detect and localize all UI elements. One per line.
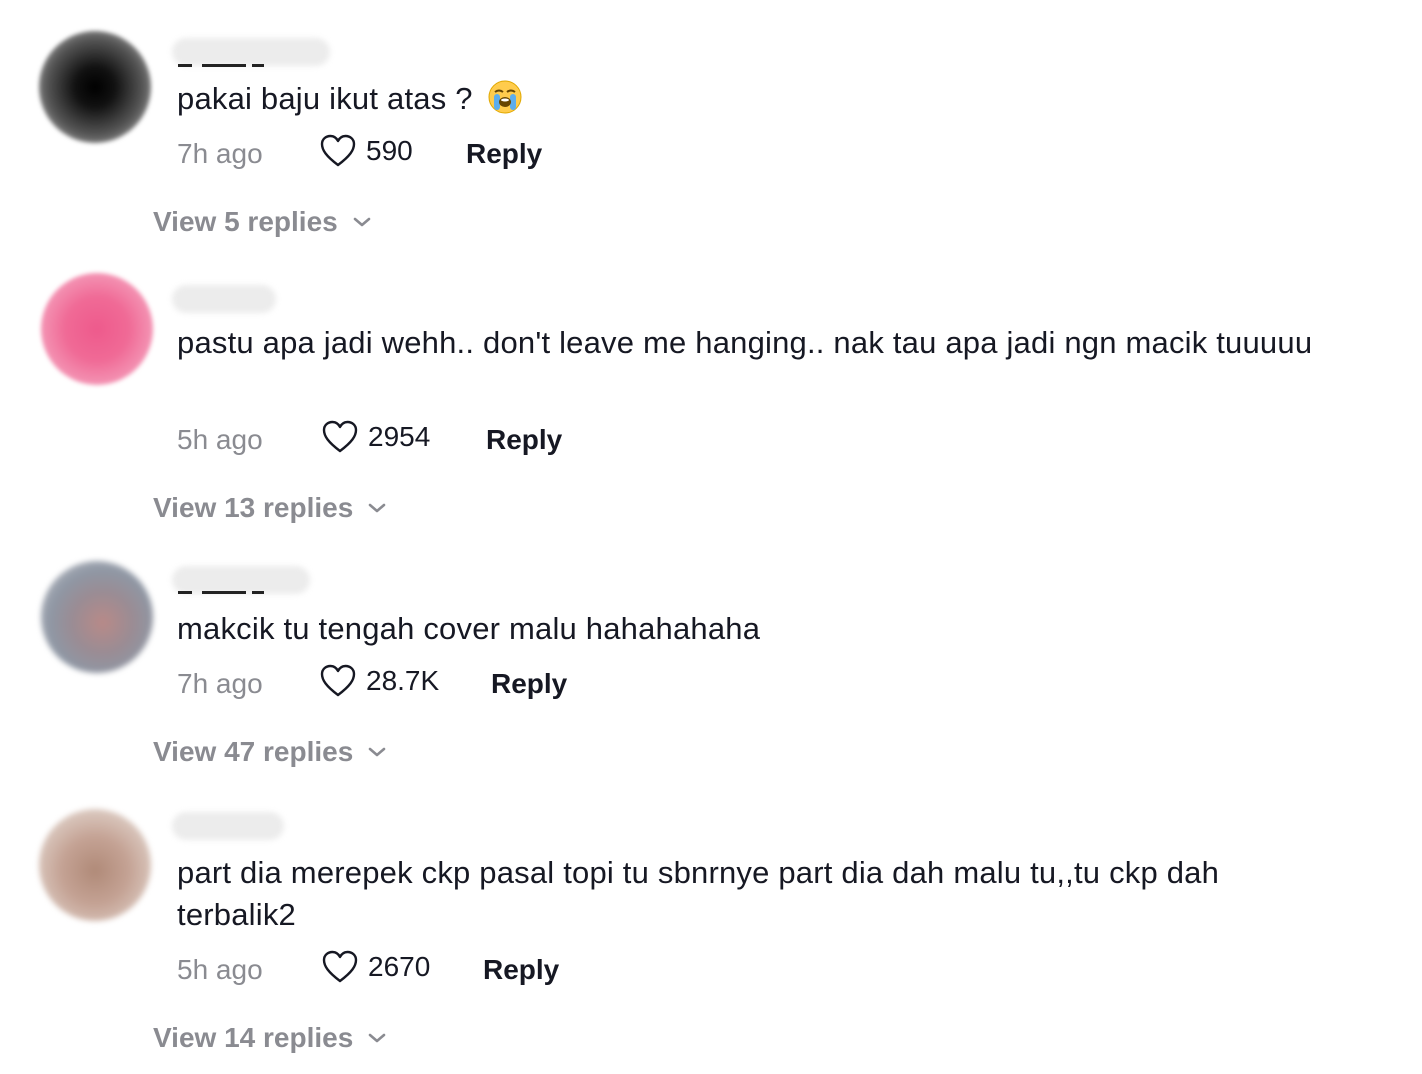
comment-text: pastu apa jadi wehh.. don't leave me han… (177, 325, 1313, 360)
avatar[interactable] (41, 273, 153, 385)
like-count: 2954 (368, 421, 431, 452)
avatar[interactable] (39, 809, 151, 921)
view-replies-button[interactable]: View 14 replies (153, 1022, 387, 1054)
heart-icon (320, 664, 356, 697)
comment-text: part dia merepek ckp pasal topi tu sbnrn… (177, 855, 1220, 932)
like-button[interactable]: 590 (320, 134, 413, 168)
chevron-down-icon (368, 503, 386, 513)
heart-icon (320, 134, 356, 167)
like-count: 2670 (368, 951, 431, 982)
like-button[interactable]: 28.7K (320, 664, 439, 698)
view-replies-label: View 13 replies (153, 492, 354, 523)
view-replies-button[interactable]: View 5 replies (153, 206, 372, 238)
loudly-crying-face-icon (488, 80, 522, 114)
like-count: 590 (366, 135, 413, 166)
reply-button[interactable]: Reply (491, 668, 567, 700)
comment-text: makcik tu tengah cover malu hahahahaha (177, 611, 761, 646)
view-replies-label: View 5 replies (153, 206, 338, 237)
view-replies-button[interactable]: View 13 replies (153, 492, 387, 524)
heart-icon (322, 420, 358, 453)
chevron-down-icon (368, 747, 386, 757)
chevron-down-icon (353, 217, 371, 227)
comment-timestamp: 5h ago (177, 424, 263, 455)
username-redacted[interactable] (172, 285, 276, 313)
username-residue (178, 589, 278, 597)
view-replies-button[interactable]: View 47 replies (153, 736, 387, 768)
avatar[interactable] (39, 31, 151, 143)
reply-button[interactable]: Reply (486, 424, 562, 456)
username-residue (178, 62, 278, 70)
avatar[interactable] (41, 561, 153, 673)
like-button[interactable]: 2670 (322, 950, 430, 984)
chevron-down-icon (368, 1033, 386, 1043)
comment-text-content: pakai baju ikut atas ? (177, 81, 482, 116)
view-replies-label: View 47 replies (153, 736, 354, 767)
reply-button[interactable]: Reply (483, 954, 559, 986)
view-replies-label: View 14 replies (153, 1022, 354, 1053)
username-redacted[interactable] (172, 812, 284, 840)
comment-text: pakai baju ikut atas ? (177, 78, 1317, 120)
like-button[interactable]: 2954 (322, 420, 430, 454)
comment-timestamp: 7h ago (177, 138, 263, 169)
reply-button[interactable]: Reply (466, 138, 542, 170)
comment-timestamp: 7h ago (177, 668, 263, 699)
heart-icon (322, 950, 358, 983)
like-count: 28.7K (366, 665, 440, 696)
comment-timestamp: 5h ago (177, 954, 263, 985)
